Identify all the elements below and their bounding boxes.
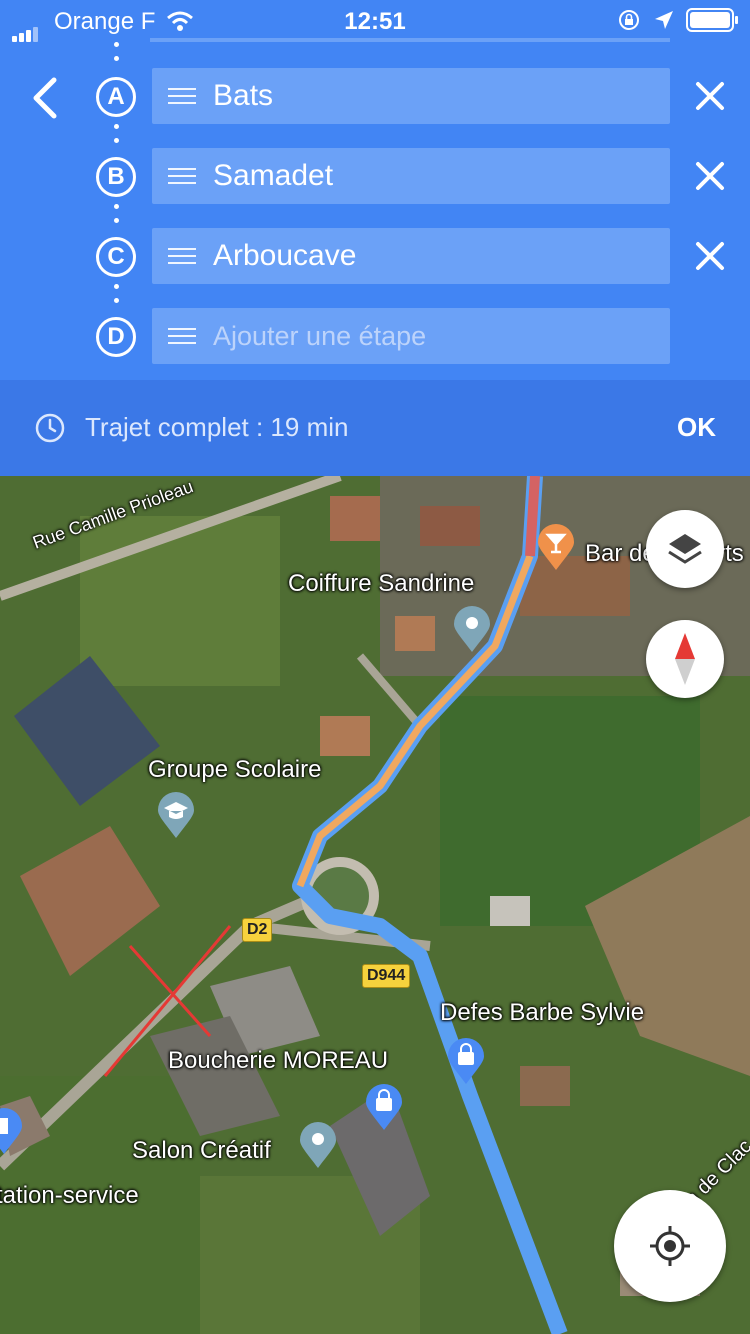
- rotation-lock-icon: [619, 10, 639, 30]
- route-dots: [114, 204, 120, 232]
- fuel-pin-icon[interactable]: [0, 1108, 24, 1156]
- crosshair-icon: [650, 1226, 690, 1266]
- battery-icon: [686, 8, 738, 32]
- layers-icon: [668, 534, 702, 564]
- stop-name: Samadet: [213, 159, 334, 192]
- shopping-pin-icon[interactable]: [364, 1084, 404, 1132]
- stop-marker-d: D: [96, 317, 136, 357]
- remove-stop-a-close-icon[interactable]: [694, 80, 726, 112]
- place-label-boucherie: Boucherie MOREAU: [168, 1047, 389, 1074]
- stop-field-a[interactable]: Bats: [152, 68, 670, 124]
- route-summary-bar: Trajet complet : 19 min OK: [0, 380, 750, 476]
- place-pin-icon[interactable]: [452, 606, 492, 654]
- place-pin-icon[interactable]: [298, 1122, 338, 1170]
- stop-name: Arboucave: [213, 239, 357, 272]
- route-dots: [114, 124, 120, 152]
- compass-icon: [675, 633, 695, 685]
- drag-handle-icon[interactable]: [168, 248, 196, 269]
- road-sign-d2: D2: [242, 918, 273, 942]
- my-location-button[interactable]: [614, 1190, 726, 1302]
- add-stop-field[interactable]: Ajouter une étape: [152, 308, 670, 364]
- place-label-coiffure: Coiffure Sandrine: [288, 570, 475, 597]
- place-label-groupe: Groupe Scolaire: [148, 756, 322, 783]
- road-sign-d944: D944: [362, 964, 411, 988]
- shopping-pin-icon[interactable]: [446, 1038, 486, 1086]
- location-arrow-icon: [655, 11, 673, 29]
- bar-pin-icon[interactable]: [536, 524, 576, 572]
- clock-icon: [35, 413, 65, 443]
- ok-button[interactable]: OK: [677, 412, 716, 443]
- status-bar: Orange F 12:51: [0, 0, 750, 42]
- satellite-map[interactable]: Rue Camille Prioleau Coiffure Sandrine B…: [0, 476, 750, 1334]
- back-arrow-icon[interactable]: [20, 68, 70, 128]
- add-stop-placeholder: Ajouter une étape: [213, 321, 427, 351]
- place-label-defes: Defes Barbe Sylvie: [440, 999, 645, 1026]
- route-dots: [114, 284, 120, 312]
- previous-stop-edge: [150, 38, 670, 42]
- compass-button[interactable]: [646, 620, 724, 698]
- stop-marker-b: B: [96, 157, 136, 197]
- route-duration: Trajet complet : 19 min: [85, 412, 349, 442]
- remove-stop-c-close-icon[interactable]: [694, 240, 726, 272]
- remove-stop-b-close-icon[interactable]: [694, 160, 726, 192]
- drag-handle-icon[interactable]: [168, 168, 196, 189]
- drag-handle-icon[interactable]: [168, 88, 196, 109]
- stop-marker-a: A: [96, 77, 136, 117]
- stop-marker-c: C: [96, 237, 136, 277]
- place-label-salon: Salon Créatif: [132, 1137, 271, 1164]
- school-pin-icon[interactable]: [156, 792, 196, 840]
- stop-field-c[interactable]: Arboucave: [152, 228, 670, 284]
- place-label-station: Station-service: [0, 1182, 139, 1209]
- stop-field-b[interactable]: Samadet: [152, 148, 670, 204]
- stop-name: Bats: [213, 79, 274, 112]
- route-dots: [114, 42, 120, 70]
- directions-header: Orange F 12:51 A B C D Bats Samadet Arbo…: [0, 0, 750, 380]
- layers-button[interactable]: [646, 510, 724, 588]
- drag-handle-icon[interactable]: [168, 328, 196, 349]
